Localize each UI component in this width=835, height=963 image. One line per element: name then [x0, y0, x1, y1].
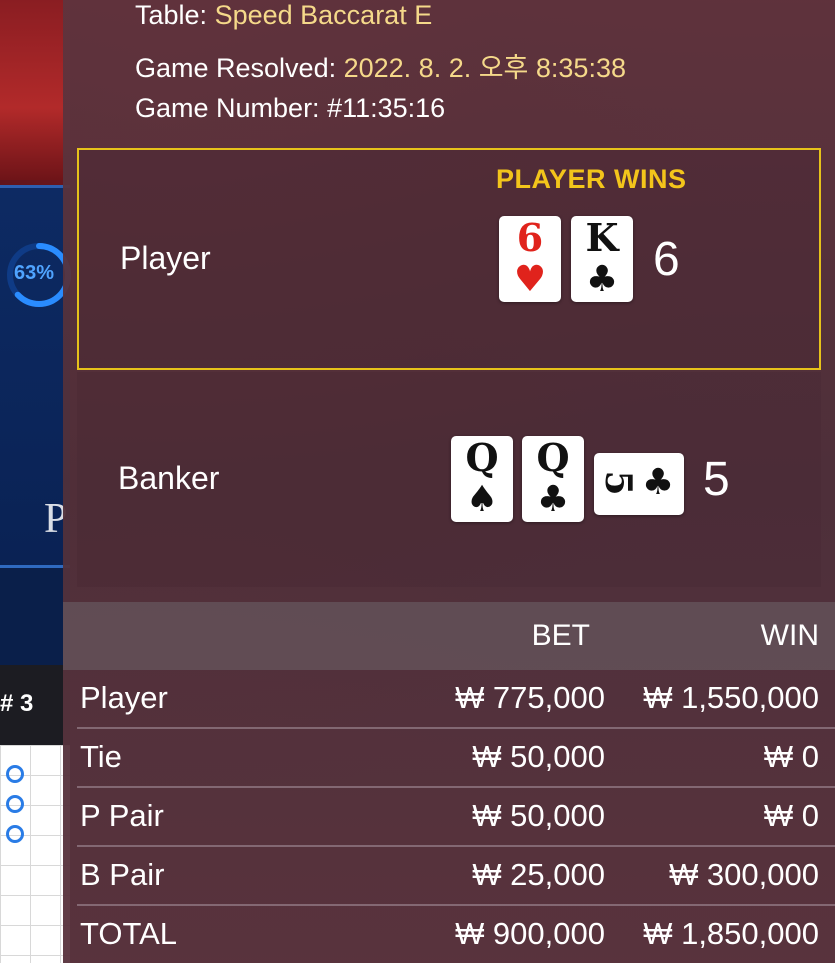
- bet-row-label: Player: [80, 680, 168, 715]
- win-amount: ₩ 1,550,000: [643, 680, 819, 715]
- bet-row-label: Tie: [80, 739, 122, 774]
- game-number-value: #11:35:16: [327, 93, 446, 123]
- bet-row-total: TOTAL ₩ 900,000 ₩ 1,850,000: [77, 906, 835, 963]
- background-roadmap: [0, 745, 70, 963]
- bet-row-p-pair: P Pair ₩ 50,000 ₩ 0: [77, 788, 835, 847]
- timer-progress-label: 63%: [14, 262, 55, 284]
- roadmap-player-dot: [6, 765, 24, 783]
- resolved-info: Game Resolved: 2022. 8. 2. 오후 8:35:38: [135, 46, 626, 85]
- banker-card-3: 5 ♣: [594, 453, 684, 515]
- card-rank: Q: [465, 435, 499, 480]
- table-info-value: Speed Baccarat E: [214, 0, 433, 30]
- game-number-label: Game Number:: [135, 93, 320, 123]
- roadmap-player-dot: [6, 795, 24, 813]
- card-rank: 5: [597, 470, 639, 496]
- banker-score: 5: [703, 453, 730, 506]
- banker-card-2: Q ♣: [522, 436, 584, 522]
- bet-amount: ₩ 50,000: [472, 798, 605, 833]
- bet-amount: ₩ 900,000: [455, 916, 605, 951]
- win-amount: ₩ 0: [763, 739, 819, 774]
- resolved-info-label: Game Resolved:: [135, 53, 337, 83]
- bet-row-label: P Pair: [80, 798, 164, 833]
- card-rank: K: [585, 215, 619, 260]
- winner-label: PLAYER WINS: [496, 164, 687, 194]
- bet-row-player: Player ₩ 775,000 ₩ 1,550,000: [77, 670, 835, 729]
- player-card-1: 6 ♥: [499, 216, 561, 302]
- player-card-2: K ♣: [571, 216, 633, 302]
- win-amount: ₩ 0: [763, 798, 819, 833]
- heart-icon: ♥: [513, 259, 547, 300]
- game-number-info: Game Number: #11:35:16: [135, 93, 445, 124]
- banker-card-1: Q ♠: [451, 436, 513, 522]
- resolved-info-value: 2022. 8. 2. 오후 8:35:38: [343, 53, 626, 83]
- bet-row-label: TOTAL: [80, 916, 178, 951]
- bet-row-tie: Tie ₩ 50,000 ₩ 0: [77, 729, 835, 788]
- background-round-label: # 3: [0, 690, 34, 717]
- app-root: 63% P # 3 Table: Speed Baccarat E Game R…: [0, 0, 835, 963]
- roadmap-player-dot: [6, 825, 24, 843]
- spade-icon: ♠: [465, 479, 499, 520]
- win-column-header: WIN: [760, 619, 819, 652]
- game-detail-panel: Table: Speed Baccarat E Game Resolved: 2…: [63, 0, 835, 963]
- table-info: Table: Speed Baccarat E: [135, 0, 432, 31]
- win-amount: ₩ 300,000: [669, 857, 819, 892]
- club-icon: ♣: [536, 479, 570, 520]
- card-rank: Q: [536, 435, 570, 480]
- bets-table-header: BET WIN: [63, 602, 835, 670]
- bet-amount: ₩ 25,000: [472, 857, 605, 892]
- bet-amount: ₩ 50,000: [472, 739, 605, 774]
- bet-row-b-pair: B Pair ₩ 25,000 ₩ 300,000: [77, 847, 835, 906]
- club-icon: ♣: [585, 259, 619, 300]
- win-amount: ₩ 1,850,000: [643, 916, 819, 951]
- bet-row-label: B Pair: [80, 857, 165, 892]
- card-rank: 6: [516, 215, 544, 260]
- player-score: 6: [653, 233, 680, 286]
- table-info-label: Table:: [135, 0, 208, 30]
- club-icon: ♣: [641, 462, 675, 503]
- bet-amount: ₩ 775,000: [455, 680, 605, 715]
- background-bet-area: [0, 565, 70, 668]
- player-label: Player: [120, 240, 211, 276]
- bet-column-header: BET: [531, 619, 590, 652]
- banker-label: Banker: [118, 460, 220, 496]
- bets-table: BET WIN Player ₩ 775,000 ₩ 1,550,000 Tie…: [63, 602, 835, 963]
- background-table-felt: [0, 0, 70, 180]
